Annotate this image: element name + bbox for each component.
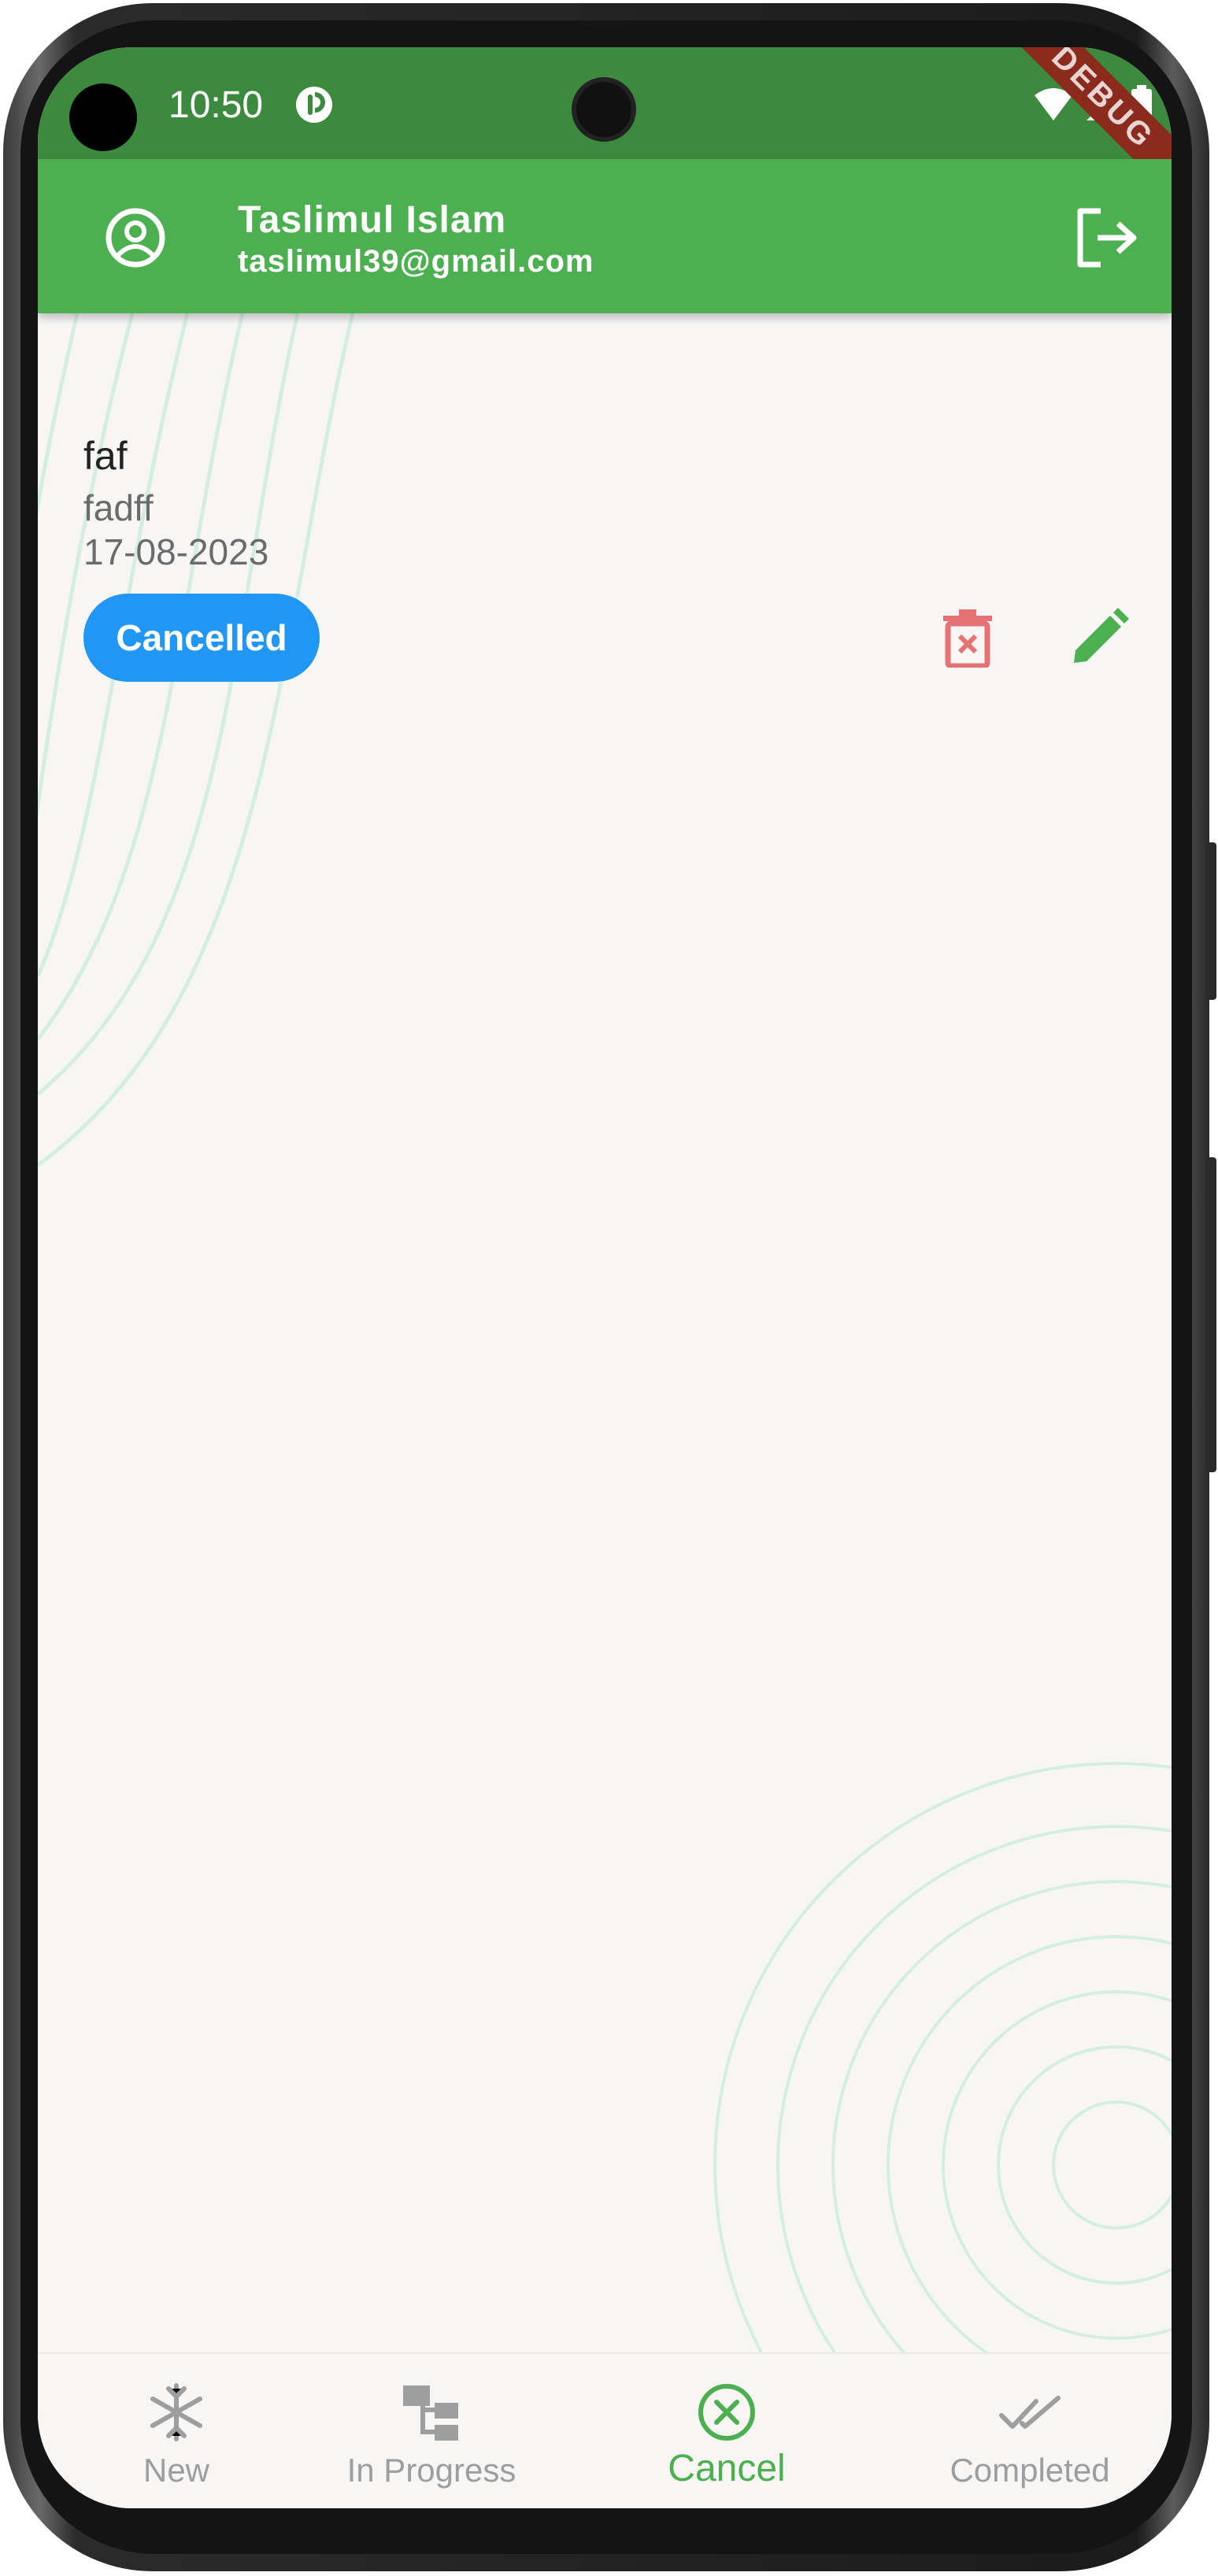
nav-item-cancel[interactable]: Cancel xyxy=(644,2354,809,2508)
nav-label-completed: Completed xyxy=(950,2452,1110,2489)
app-notification-icon xyxy=(296,87,332,123)
background-decoration xyxy=(38,313,1172,2508)
front-camera xyxy=(69,83,137,151)
account-circle-icon[interactable] xyxy=(104,206,167,269)
user-email: taslimul39@gmail.com xyxy=(238,244,594,279)
nav-item-new[interactable]: New xyxy=(117,2354,236,2508)
bottom-navigation: New In Progress Cancel Completed xyxy=(38,2352,1172,2508)
nav-label-in-progress: In Progress xyxy=(346,2452,516,2489)
logout-icon[interactable] xyxy=(1074,206,1140,269)
task-description: fadff xyxy=(83,487,154,528)
user-name: Taslimul Islam xyxy=(238,199,507,241)
delete-icon[interactable] xyxy=(940,608,995,668)
punch-hole-camera xyxy=(572,77,636,142)
nav-label-new: New xyxy=(143,2452,210,2489)
status-bar: 10:50 DEBUG xyxy=(38,47,1172,205)
snowflake-icon xyxy=(150,2383,202,2441)
task-date: 17-08-2023 xyxy=(83,531,269,572)
phone-frame: 10:50 DEBUG Taslimul Islam taslimul39@gm… xyxy=(0,0,1218,2576)
double-check-icon xyxy=(999,2396,1061,2429)
nav-label-cancel: Cancel xyxy=(668,2448,786,2489)
app-bar: Taslimul Islam taslimul39@gmail.com xyxy=(38,159,1172,313)
nav-item-in-progress[interactable]: In Progress xyxy=(329,2354,534,2508)
hierarchy-icon xyxy=(403,2385,458,2441)
status-chip: Cancelled xyxy=(83,594,320,682)
power-button xyxy=(1205,1157,1216,1472)
app-screen: 10:50 DEBUG Taslimul Islam taslimul39@gm… xyxy=(38,47,1172,2508)
edit-icon[interactable] xyxy=(1069,608,1129,668)
task-title: faf xyxy=(83,434,128,478)
cancel-circle-icon xyxy=(698,2384,755,2441)
nav-item-completed[interactable]: Completed xyxy=(935,2354,1124,2508)
status-time: 10:50 xyxy=(168,84,264,126)
task-card[interactable]: faf fadff 17-08-2023 Cancelled xyxy=(83,433,1131,701)
volume-button xyxy=(1205,842,1216,1000)
